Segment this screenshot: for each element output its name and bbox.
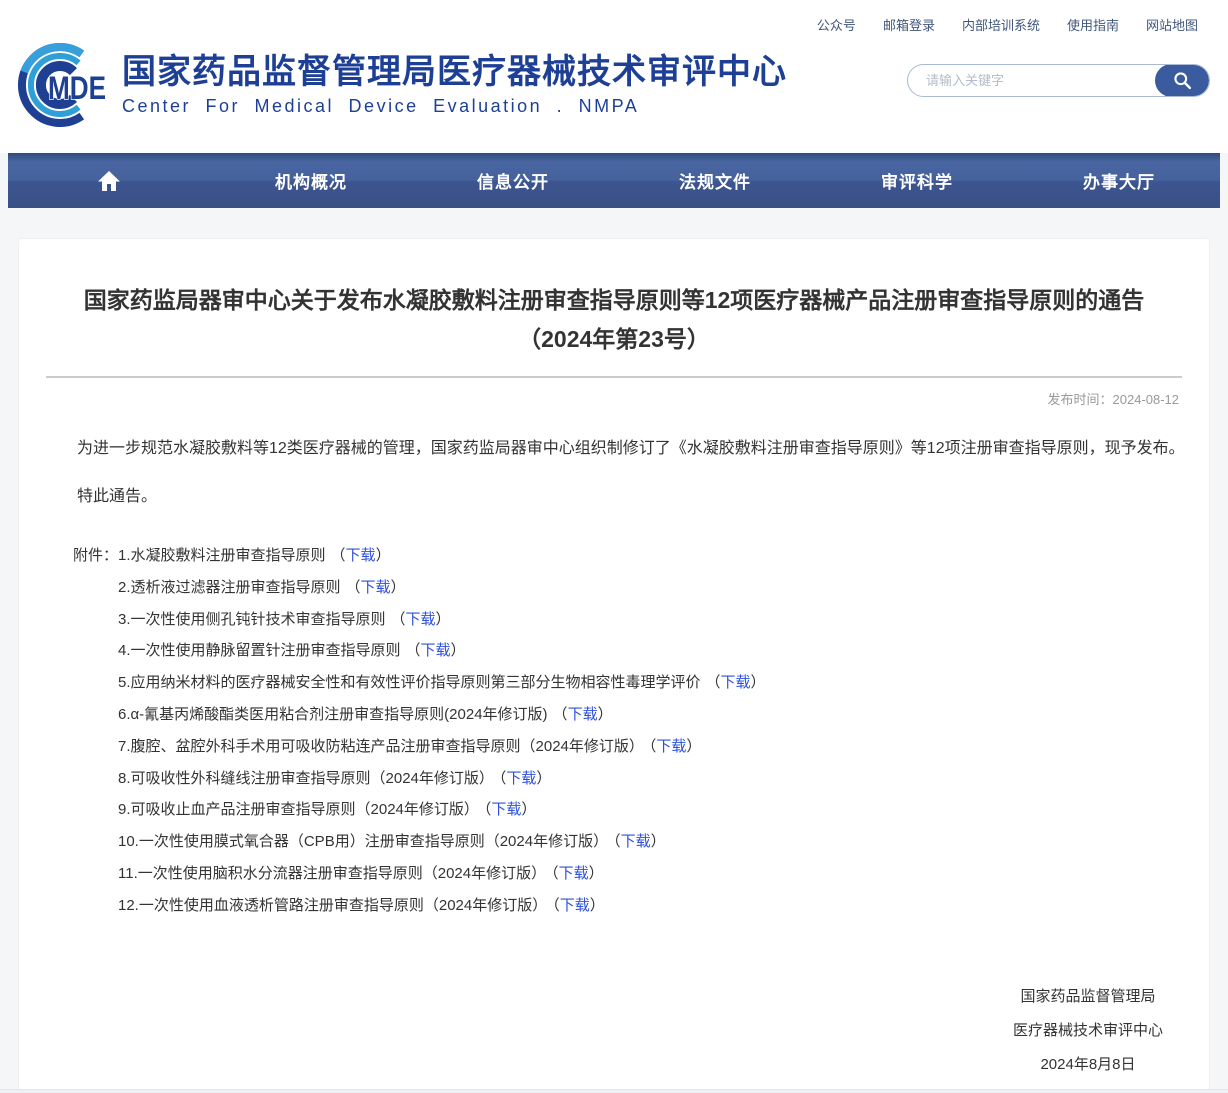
main-nav: 机构概况 信息公开 法规文件 审评科学 办事大厅 <box>8 153 1220 208</box>
top-link-user-guide[interactable]: 使用指南 <box>1067 15 1119 34</box>
attachment-title: 8.可吸收性外科缝线注册审查指导原则（2024年修订版） <box>118 770 494 787</box>
svg-text:MDE: MDE <box>48 70 106 106</box>
signature-org-2: 医疗器械技术审评中心 <box>1013 1014 1163 1048</box>
signature-date: 2024年8月8日 <box>1013 1048 1163 1082</box>
paren-open: （ <box>391 611 406 628</box>
attachment-title: 10.一次性使用膜式氧合器（CPB用）注册审查指导原则（2024年修订版） <box>118 833 608 850</box>
nav-service-hall[interactable]: 办事大厅 <box>1018 168 1220 193</box>
paren-close: ） <box>536 770 551 787</box>
title-divider <box>46 376 1182 378</box>
attachment-title: 7.腹腔、盆腔外科手术用可吸收防粘连产品注册审查指导原则（2024年修订版） <box>118 738 644 755</box>
paren-open: （ <box>553 706 568 723</box>
attachment-title: 6.α-氰基丙烯酸酯类医用粘合剂注册审查指导原则(2024年修订版) <box>118 706 548 723</box>
top-link-wechat[interactable]: 公众号 <box>817 15 856 34</box>
search-input[interactable] <box>908 65 1155 96</box>
nav-about[interactable]: 机构概况 <box>210 168 412 193</box>
nav-home[interactable] <box>8 169 210 193</box>
paren-open: （ <box>406 642 421 659</box>
logo-text: 国家药品监督管理局医疗器械技术审评中心 Center For Medical D… <box>122 53 787 116</box>
paren-close: ） <box>751 674 766 691</box>
paren-close: ） <box>391 579 406 596</box>
download-link-5[interactable]: 下载 <box>721 674 751 691</box>
download-link-9[interactable]: 下载 <box>491 801 521 818</box>
paren-open: （ <box>551 865 559 882</box>
site-title-en: Center For Medical Device Evaluation . N… <box>122 96 787 117</box>
paren-open: （ <box>613 833 621 850</box>
article-title: 国家药监局器审中心关于发布水凝胶敷料注册审查指导原则等12项医疗器械产品注册审查… <box>67 281 1161 359</box>
nav-info-disclosure[interactable]: 信息公开 <box>412 168 614 193</box>
paren-close: ） <box>589 865 604 882</box>
signature-org-1: 国家药品监督管理局 <box>1013 980 1163 1014</box>
paragraph-intro: 为进一步规范水凝胶敷料等12类医疗器械的管理，国家药监局器审中心组织制修订了《水… <box>29 432 1199 466</box>
publish-line: 发布时间：2024-08-12 <box>49 389 1179 408</box>
search-box <box>907 64 1210 97</box>
attachment-row-6: 6.α-氰基丙烯酸酯类医用粘合剂注册审查指导原则(2024年修订版) （下载） <box>73 699 1209 731</box>
download-link-10[interactable]: 下载 <box>621 833 651 850</box>
download-link-8[interactable]: 下载 <box>506 770 536 787</box>
paren-close: ） <box>598 706 613 723</box>
download-link-11[interactable]: 下载 <box>559 865 589 882</box>
paren-close: ） <box>590 897 605 914</box>
attachment-row-5: 5.应用纳米材料的医疗器械安全性和有效性评价指导原则第三部分生物相容性毒理学评价… <box>73 667 1209 699</box>
attachment-title: 5.应用纳米材料的医疗器械安全性和有效性评价指导原则第三部分生物相容性毒理学评价 <box>118 674 701 691</box>
cmde-logo-icon: MDE <box>14 38 116 132</box>
paren-open: （ <box>346 579 361 596</box>
site-header: 公众号 邮箱登录 内部培训系统 使用指南 网站地图 MDE 国家药品监督管理局医… <box>0 0 1228 153</box>
paren-close: ） <box>436 611 451 628</box>
download-link-1[interactable]: 下载 <box>346 547 376 564</box>
attachment-row-10: 10.一次性使用膜式氧合器（CPB用）注册审查指导原则（2024年修订版） （下载… <box>73 826 1209 858</box>
attachment-row-2: 2.透析液过滤器注册审查指导原则 （下载） <box>73 572 1209 604</box>
attachment-row-12: 12.一次性使用血液透析管路注册审查指导原则（2024年修订版） （下载） <box>73 890 1209 922</box>
nav-review-science[interactable]: 审评科学 <box>816 168 1018 193</box>
paren-close: ） <box>651 833 666 850</box>
attachment-title: 3.一次性使用侧孔钝针技术审查指导原则 <box>118 611 386 628</box>
top-links: 公众号 邮箱登录 内部培训系统 使用指南 网站地图 <box>817 15 1198 34</box>
download-link-4[interactable]: 下载 <box>421 642 451 659</box>
top-link-mail-login[interactable]: 邮箱登录 <box>883 15 935 34</box>
download-link-12[interactable]: 下载 <box>560 897 590 914</box>
attachment-title: 4.一次性使用静脉留置针注册审查指导原则 <box>118 642 401 659</box>
attachment-title: 11.一次性使用脑积水分流器注册审查指导原则（2024年修订版） <box>118 865 546 882</box>
search-button[interactable] <box>1155 64 1209 97</box>
attachment-row-8: 8.可吸收性外科缝线注册审查指导原则（2024年修订版）（下载） <box>73 763 1209 795</box>
attachment-title: 1.水凝胶敷料注册审查指导原则 <box>118 547 326 564</box>
article-body: 为进一步规范水凝胶敷料等12类医疗器械的管理，国家药监局器审中心组织制修订了《水… <box>29 432 1199 514</box>
site-title-cn: 国家药品监督管理局医疗器械技术审评中心 <box>122 53 787 92</box>
publish-label: 发布时间： <box>1047 392 1112 407</box>
download-link-2[interactable]: 下载 <box>361 579 391 596</box>
nav-regulations[interactable]: 法规文件 <box>614 168 816 193</box>
home-icon <box>97 169 121 193</box>
attachments-section: 附件：1.水凝胶敷料注册审查指导原则（下载） 2.透析液过滤器注册审查指导原则（… <box>73 540 1209 922</box>
attachment-title: 12.一次性使用血液透析管路注册审查指导原则（2024年修订版） <box>118 897 547 914</box>
attachment-row-7: 7.腹腔、盆腔外科手术用可吸收防粘连产品注册审查指导原则（2024年修订版）（下… <box>73 731 1209 763</box>
paren-open: （ <box>706 674 721 691</box>
paren-close: ） <box>686 738 701 755</box>
attachment-row-11: 11.一次性使用脑积水分流器注册审查指导原则（2024年修订版） （下载） <box>73 858 1209 890</box>
attachment-row-9: 9.可吸收止血产品注册审查指导原则（2024年修订版）（下载） <box>73 794 1209 826</box>
page-footer-edge <box>0 1089 1228 1093</box>
top-link-training-system[interactable]: 内部培训系统 <box>962 15 1040 34</box>
attachment-row-1: 附件：1.水凝胶敷料注册审查指导原则 （下载） <box>73 540 1209 572</box>
attachment-title: 9.可吸收止血产品注册审查指导原则（2024年修订版） <box>118 801 479 818</box>
attachment-title: 2.透析液过滤器注册审查指导原则 <box>118 579 341 596</box>
content-card: 国家药监局器审中心关于发布水凝胶敷料注册审查指导原则等12项医疗器械产品注册审查… <box>18 238 1210 1093</box>
site-logo: MDE 国家药品监督管理局医疗器械技术审评中心 Center For Medic… <box>14 38 787 132</box>
paren-open: （ <box>552 897 560 914</box>
paragraph-notice: 特此通告。 <box>29 480 1199 514</box>
publish-date: 2024-08-12 <box>1113 392 1180 407</box>
attachment-row-4: 4.一次性使用静脉留置针注册审查指导原则 （下载） <box>73 635 1209 667</box>
paren-close: ） <box>451 642 466 659</box>
top-link-sitemap[interactable]: 网站地图 <box>1146 15 1198 34</box>
download-link-3[interactable]: 下载 <box>406 611 436 628</box>
download-link-6[interactable]: 下载 <box>568 706 598 723</box>
attachment-row-3: 3.一次性使用侧孔钝针技术审查指导原则 （下载） <box>73 604 1209 636</box>
paren-close: ） <box>376 547 391 564</box>
paren-open: （ <box>331 547 346 564</box>
paren-close: ） <box>521 801 536 818</box>
download-link-7[interactable]: 下载 <box>656 738 686 755</box>
search-icon <box>1173 71 1192 90</box>
attachments-label: 附件： <box>73 547 118 564</box>
signature-block: 国家药品监督管理局 医疗器械技术审评中心 2024年8月8日 <box>1013 980 1163 1082</box>
